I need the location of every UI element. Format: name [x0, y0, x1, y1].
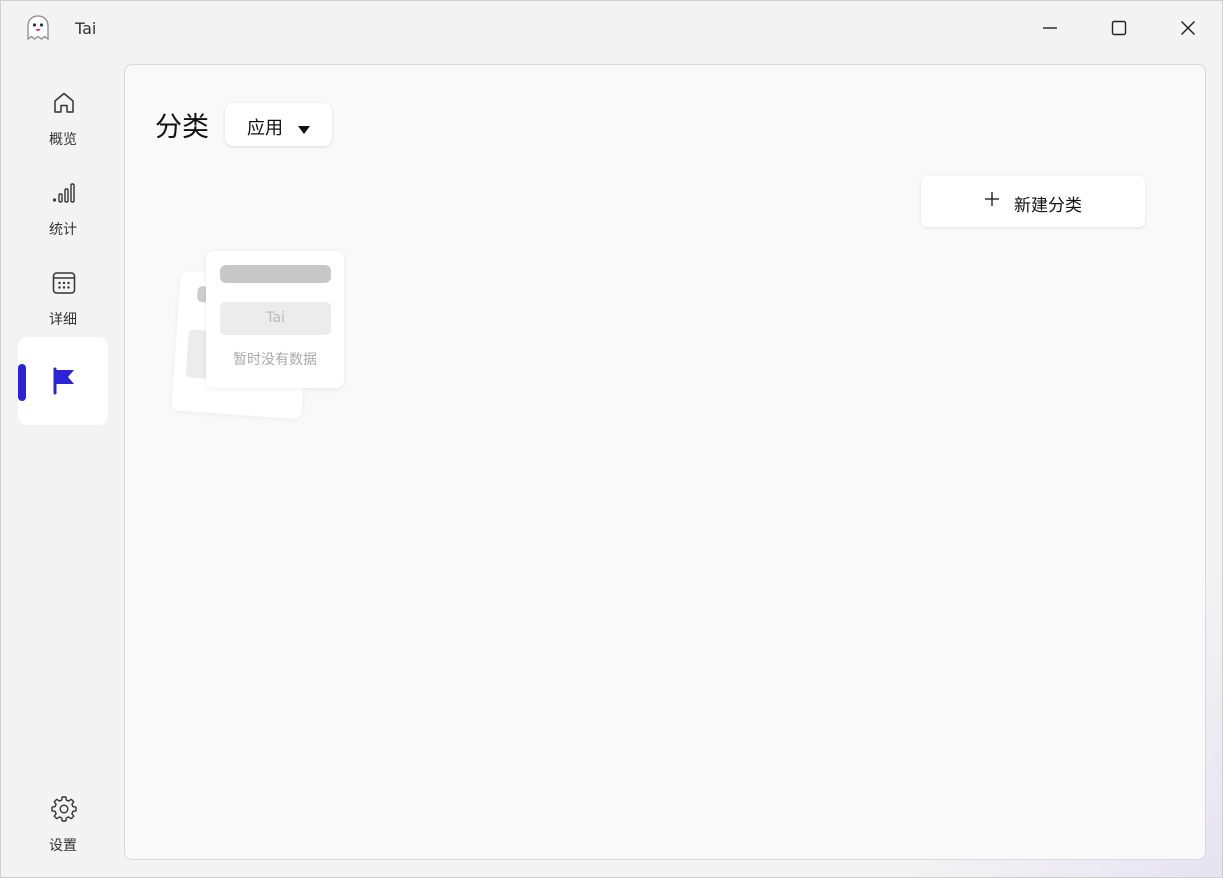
- sidebar-item-label: 详细: [49, 312, 77, 328]
- app-window: Tai 概览 统计 详细 设置 分类 应用 新建分类 Tai 暂时没有数据: [0, 0, 1223, 878]
- new-category-label: 新建分类: [1014, 196, 1082, 216]
- sidebar-item-label: 概览: [49, 132, 77, 148]
- close-icon: [1181, 21, 1195, 35]
- app-title: Tai: [75, 19, 97, 38]
- type-select-dropdown[interactable]: 应用: [225, 103, 332, 146]
- sidebar-item-label: 设置: [49, 838, 77, 854]
- minimize-button[interactable]: [1027, 11, 1073, 45]
- calendar-icon: [50, 269, 78, 297]
- stats-bars-icon: [50, 179, 78, 207]
- placeholder-bar: [220, 265, 331, 283]
- home-icon: [50, 89, 78, 117]
- flag-icon: [50, 367, 78, 395]
- sidebar-item-statistics[interactable]: 统计: [18, 163, 108, 251]
- sidebar-item-settings[interactable]: 设置: [18, 779, 108, 867]
- close-button[interactable]: [1165, 11, 1211, 45]
- empty-illustration-front-card: Tai 暂时没有数据: [206, 251, 344, 388]
- plus-icon: [983, 190, 1001, 212]
- sidebar-item-details[interactable]: 详细: [18, 253, 108, 341]
- type-select-value: 应用: [247, 118, 283, 139]
- active-indicator: [18, 364, 26, 401]
- new-category-button[interactable]: 新建分类: [921, 176, 1145, 227]
- main-panel: 分类 应用 新建分类 Tai 暂时没有数据: [124, 64, 1206, 860]
- gear-icon: [50, 795, 78, 823]
- sidebar-item-categories[interactable]: [18, 337, 108, 425]
- maximize-icon: [1111, 20, 1127, 36]
- empty-message: 暂时没有数据: [233, 352, 317, 368]
- title-bar[interactable]: Tai: [1, 1, 1222, 57]
- page-title: 分类: [155, 112, 209, 143]
- ghost-logo-icon: [23, 13, 53, 43]
- maximize-button[interactable]: [1096, 11, 1142, 45]
- caret-down-icon: [297, 120, 311, 139]
- sidebar-item-label: 统计: [49, 222, 77, 238]
- placeholder-pill: Tai: [220, 302, 331, 335]
- minimize-icon: [1043, 27, 1057, 29]
- sidebar-item-overview[interactable]: 概览: [18, 73, 108, 161]
- empty-state: Tai 暂时没有数据: [170, 250, 350, 430]
